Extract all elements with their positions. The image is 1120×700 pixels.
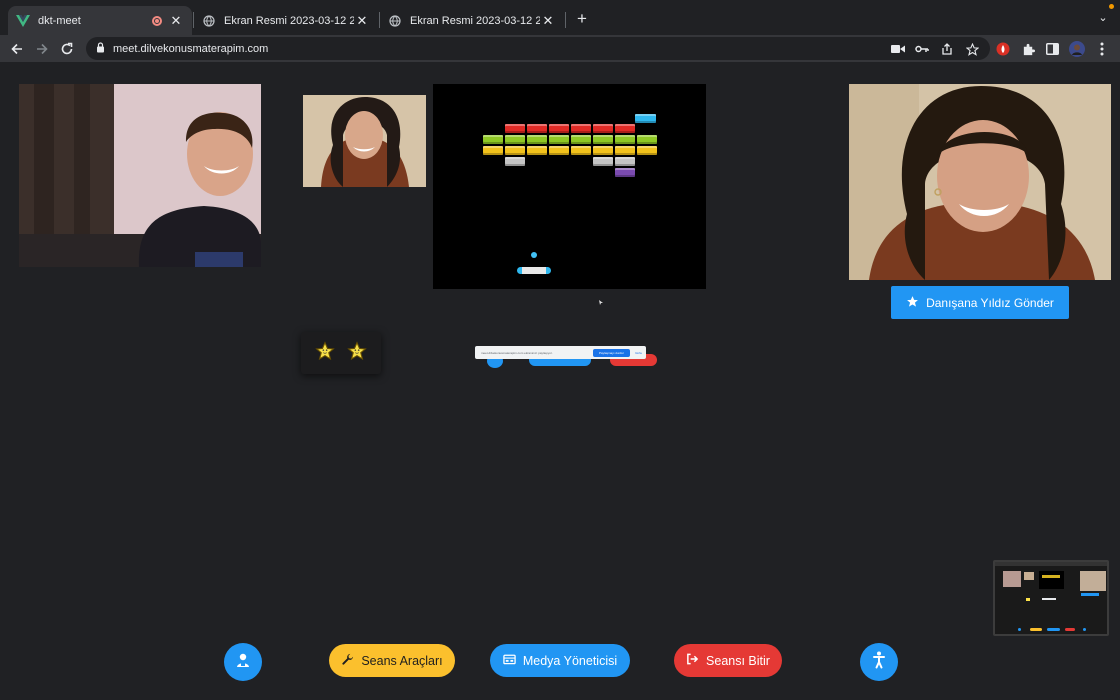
breakout-game-canvas[interactable] [433, 84, 706, 289]
brick [637, 135, 657, 144]
game-ball [531, 252, 537, 258]
accessibility-button[interactable] [860, 643, 898, 681]
media-manager-label: Medya Yöneticisi [522, 653, 618, 668]
brick [527, 146, 547, 155]
close-icon[interactable]: ✕ [540, 13, 556, 29]
tab-dkt-meet[interactable]: dkt-meet ✕ [8, 6, 192, 35]
close-icon[interactable]: ✕ [354, 13, 370, 29]
participant-video-child [19, 84, 261, 267]
tab-title: Ekran Resmi 2023-03-12 22.1… [410, 14, 540, 27]
user-icon [235, 652, 251, 673]
brick [505, 135, 525, 144]
globe-icon [388, 14, 402, 28]
tab-title: dkt-meet [38, 14, 81, 27]
brick [593, 124, 613, 133]
brick [571, 146, 591, 155]
key-icon[interactable] [912, 39, 932, 59]
profile-icon[interactable] [1067, 39, 1087, 59]
forward-button[interactable] [31, 38, 53, 60]
brick [527, 124, 547, 133]
menu-icon[interactable] [1092, 39, 1112, 59]
brick [615, 146, 635, 155]
brick [635, 114, 656, 123]
extension-icon[interactable] [993, 39, 1013, 59]
end-session-label: Seansı Bitir [706, 653, 770, 668]
send-star-label: Danışana Yıldız Gönder [926, 295, 1054, 310]
back-button[interactable] [6, 38, 28, 60]
puzzle-icon[interactable] [1018, 39, 1038, 59]
meeting-stage: Danışana Yıldız Gönder meet.dilvekonusma… [0, 62, 1120, 700]
participant-video-therapist-large [849, 84, 1111, 280]
globe-icon [202, 14, 216, 28]
tab-title: Ekran Resmi 2023-03-12 22.1… [224, 14, 354, 27]
brick [549, 124, 569, 133]
media-icon [503, 653, 516, 668]
url-text: meet.dilvekonusmaterapim.com [113, 42, 269, 55]
screen-share-preview [993, 560, 1109, 636]
brick [637, 146, 657, 155]
address-bar[interactable]: meet.dilvekonusmaterapim.com [86, 37, 990, 60]
brick [527, 135, 547, 144]
end-session-button[interactable]: Seansı Bitir [674, 644, 782, 677]
vue-icon [16, 14, 30, 28]
game-paddle[interactable] [517, 267, 551, 274]
sidepanel-icon[interactable] [1042, 39, 1062, 59]
media-manager-button[interactable]: Medya Yöneticisi [490, 644, 630, 677]
brick [615, 168, 635, 177]
reload-button[interactable] [56, 38, 78, 60]
exit-icon [686, 653, 699, 668]
camera-icon[interactable] [888, 39, 908, 59]
star-icon [347, 341, 367, 365]
star-icon [906, 295, 919, 311]
brick [593, 135, 613, 144]
brick [505, 146, 525, 155]
accessibility-icon [872, 651, 886, 674]
brick [615, 157, 635, 166]
tab-screenshot-1[interactable]: Ekran Resmi 2023-03-12 22.1… ✕ [194, 6, 378, 35]
hide-button[interactable]: Gizle [635, 351, 642, 355]
brick [615, 135, 635, 144]
close-icon[interactable]: ✕ [168, 13, 184, 29]
participant-user-button[interactable] [224, 643, 262, 681]
brick [549, 146, 569, 155]
session-tools-button[interactable]: Seans Araçları [329, 644, 455, 677]
brick [505, 157, 525, 166]
brick [571, 135, 591, 144]
mouse-cursor [599, 292, 603, 305]
participant-video-therapist-small [303, 95, 426, 187]
browser-toolbar: meet.dilvekonusmaterapim.com [0, 35, 1120, 62]
send-star-to-client-button[interactable]: Danışana Yıldız Gönder [891, 286, 1069, 319]
chevron-down-icon[interactable]: ⌄ [1095, 10, 1111, 26]
brick [593, 146, 613, 155]
tab-screenshot-2[interactable]: Ekran Resmi 2023-03-12 22.1… ✕ [380, 6, 564, 35]
brick [593, 157, 613, 166]
brick [483, 146, 503, 155]
brick [483, 135, 503, 144]
brick [549, 135, 569, 144]
session-tools-label: Seans Araçları [361, 653, 443, 668]
brick [505, 124, 525, 133]
star-icon [315, 341, 335, 365]
record-icon [152, 15, 162, 26]
wrench-icon [341, 653, 354, 669]
screen-share-notification: meet.dilvekonusmaterapim.com ekranınızı … [475, 346, 646, 359]
update-indicator-dot [1109, 4, 1114, 9]
received-stars-panel [301, 332, 381, 374]
brick [571, 124, 591, 133]
lock-icon [96, 40, 105, 58]
new-tab-button[interactable]: + [573, 10, 591, 28]
browser-tab-bar: dkt-meet ✕ Ekran Resmi 2023-03-12 22.1… … [0, 0, 1120, 35]
share-icon[interactable] [937, 39, 957, 59]
share-message: meet.dilvekonusmaterapim.com ekranınızı … [481, 350, 553, 355]
brick [615, 124, 635, 133]
stop-sharing-button[interactable]: Paylaşmayı durdur [592, 348, 630, 357]
bookmark-star-icon[interactable] [962, 39, 982, 59]
